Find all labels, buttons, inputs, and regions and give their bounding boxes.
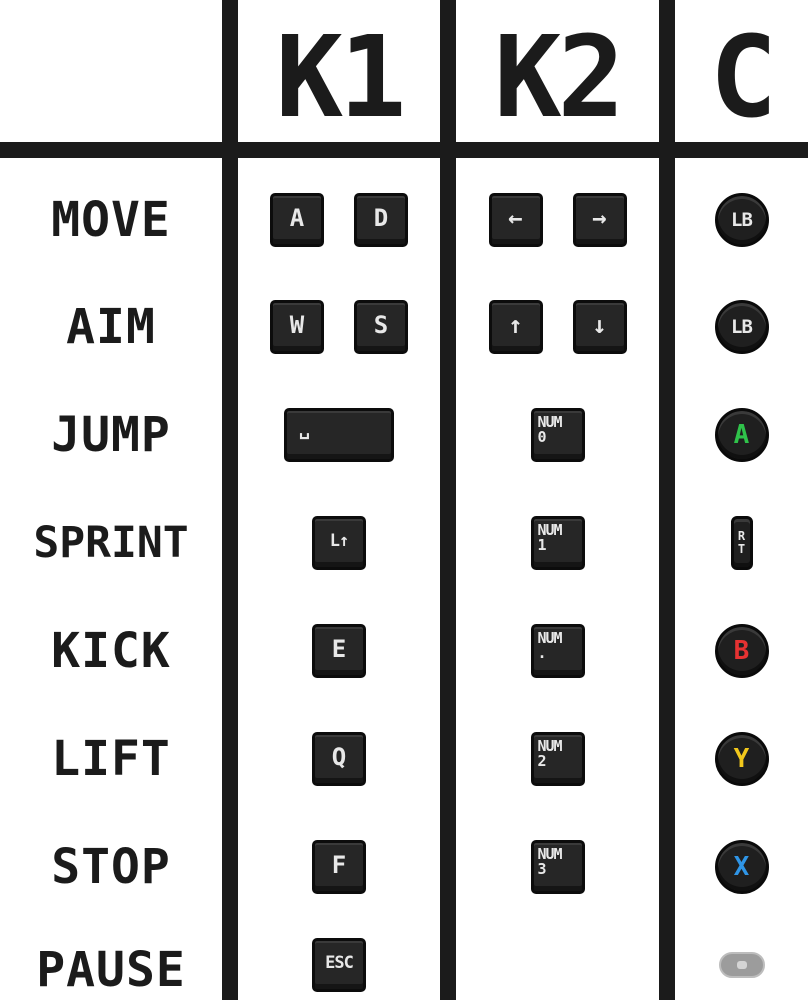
- y-button-icon[interactable]: Y: [714, 732, 769, 786]
- controller-binding-pause: [675, 935, 808, 995]
- action-label-pause: PAUSE: [36, 942, 186, 998]
- key-a[interactable]: A: [270, 193, 324, 247]
- lb-button-icon[interactable]: LB: [714, 193, 769, 247]
- lb-button-icon[interactable]: LB: [714, 300, 769, 354]
- header-keyboard-2: K2: [494, 13, 625, 143]
- k1-binding-pause: ESC: [238, 935, 440, 995]
- key-arrow-left[interactable]: ←: [488, 193, 543, 247]
- key-numpad-digit: .: [537, 644, 547, 662]
- key-e[interactable]: E: [312, 624, 366, 678]
- key-arrow-up[interactable]: ↑: [488, 300, 543, 354]
- action-label-kick: KICK: [51, 623, 171, 679]
- controller-binding-aim: LB: [675, 297, 808, 357]
- controller-binding-stop: X: [675, 837, 808, 897]
- key-space[interactable]: ␣: [284, 408, 394, 462]
- header-divider: [0, 142, 808, 158]
- action-label-aim: AIM: [66, 299, 156, 355]
- key-numpad-2[interactable]: NUM 2: [530, 732, 585, 786]
- key-escape[interactable]: ESC: [312, 938, 366, 992]
- controller-binding-lift: Y: [675, 729, 808, 789]
- key-numpad-0[interactable]: NUM 0: [530, 408, 585, 462]
- key-numpad-3[interactable]: NUM 3: [530, 840, 585, 894]
- k2-binding-stop: NUM 3: [456, 837, 659, 897]
- k1-binding-aim: W S: [238, 297, 440, 357]
- k1-binding-sprint: L↑: [238, 513, 440, 573]
- k2-binding-lift: NUM 2: [456, 729, 659, 789]
- controller-binding-jump: A: [675, 405, 808, 465]
- key-numpad-digit: 3: [537, 860, 547, 878]
- controller-binding-sprint: R T: [675, 513, 808, 573]
- action-label-lift: LIFT: [51, 731, 171, 787]
- key-f[interactable]: F: [312, 840, 366, 894]
- start-button-icon[interactable]: [718, 952, 765, 978]
- k2-binding-move: ← →: [456, 190, 659, 250]
- controller-binding-move: LB: [675, 190, 808, 250]
- key-numpad-digit: 0: [537, 428, 547, 446]
- k1-binding-kick: E: [238, 621, 440, 681]
- k1-binding-move: A D: [238, 190, 440, 250]
- controller-binding-kick: B: [675, 621, 808, 681]
- action-label-jump: JUMP: [51, 407, 171, 463]
- start-button-dot: [736, 961, 747, 969]
- rt-trigger-icon[interactable]: R T: [730, 516, 753, 570]
- header-keyboard-1: K1: [275, 13, 407, 143]
- key-numpad-1[interactable]: NUM 1: [530, 516, 585, 570]
- key-arrow-right[interactable]: →: [572, 193, 627, 247]
- key-numpad-digit: 1: [537, 536, 547, 554]
- key-q[interactable]: Q: [312, 732, 366, 786]
- k2-binding-kick: NUM .: [456, 621, 659, 681]
- b-button-icon[interactable]: B: [714, 624, 769, 678]
- key-s[interactable]: S: [354, 300, 408, 354]
- key-arrow-down[interactable]: ↓: [572, 300, 627, 354]
- rt-trigger-letter-t: T: [737, 542, 746, 556]
- k1-binding-stop: F: [238, 837, 440, 897]
- k2-binding-jump: NUM 0: [456, 405, 659, 465]
- x-button-icon[interactable]: X: [714, 840, 769, 894]
- key-numpad-decimal[interactable]: NUM .: [530, 624, 585, 678]
- key-w[interactable]: W: [270, 300, 324, 354]
- action-label-sprint: SPRINT: [33, 518, 189, 568]
- key-left-shift[interactable]: L↑: [312, 516, 366, 570]
- action-label-move: MOVE: [51, 192, 171, 248]
- key-d[interactable]: D: [354, 193, 408, 247]
- k1-binding-lift: Q: [238, 729, 440, 789]
- k1-binding-jump: ␣: [238, 405, 440, 465]
- k2-binding-pause: [456, 935, 659, 995]
- action-label-stop: STOP: [51, 839, 171, 895]
- header-controller: C: [709, 13, 777, 143]
- key-numpad-digit: 2: [537, 752, 547, 770]
- k2-binding-sprint: NUM 1: [456, 513, 659, 573]
- k2-binding-aim: ↑ ↓: [456, 297, 659, 357]
- a-button-icon[interactable]: A: [714, 408, 769, 462]
